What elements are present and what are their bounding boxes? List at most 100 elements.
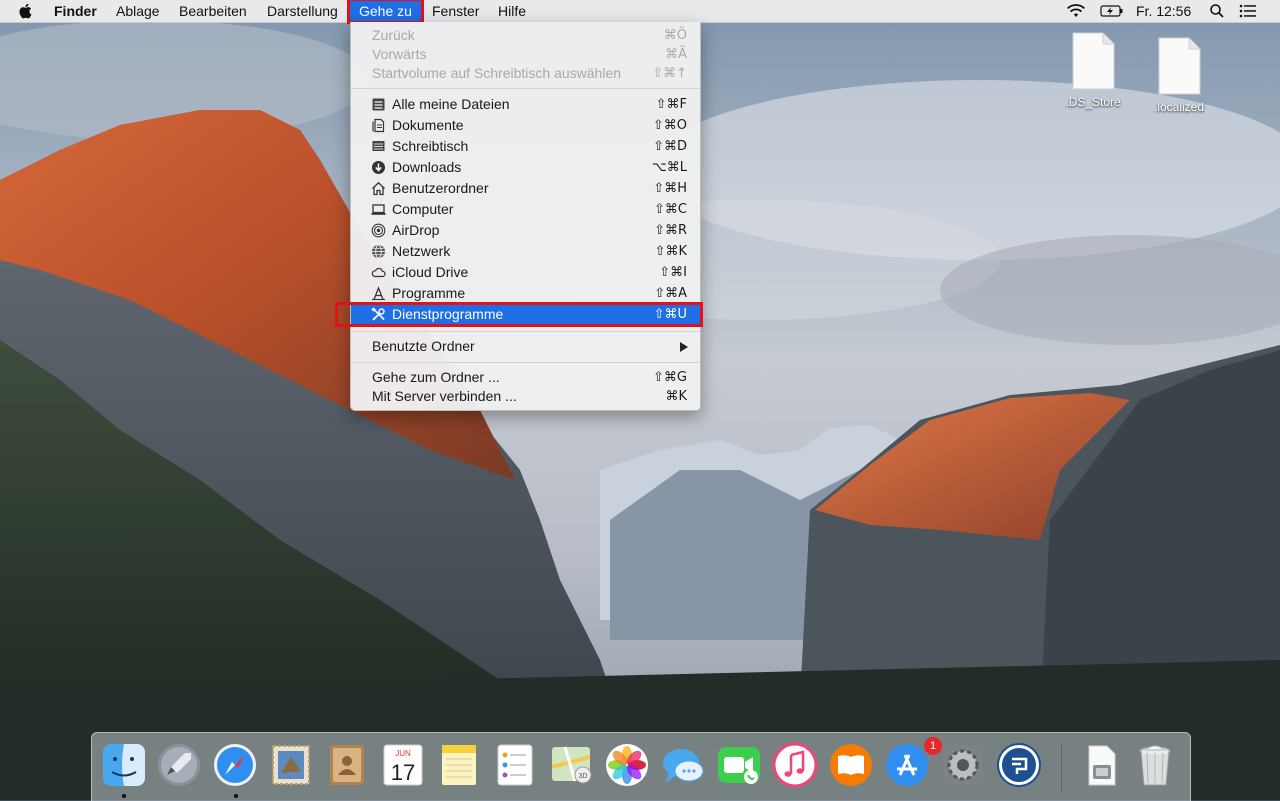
menu-item-icloud-drive[interactable]: iCloud Drive ⇧⌘I	[351, 262, 700, 283]
document-icon	[1072, 32, 1115, 90]
battery-status[interactable]	[1100, 0, 1126, 22]
mail-icon	[272, 745, 310, 785]
dock-reminders[interactable]	[491, 741, 539, 789]
reminders-icon	[497, 744, 533, 786]
menu-item-netzwerk[interactable]: Netzwerk ⇧⌘K	[351, 241, 700, 262]
menu-item-shortcut: ⇧⌘F	[655, 97, 687, 112]
contacts-icon	[330, 745, 364, 785]
dock-contacts[interactable]	[323, 741, 371, 789]
menu-item-shortcut: ⌘K	[665, 389, 687, 404]
menu-item-alle-meine-dateien[interactable]: Alle meine Dateien ⇧⌘F	[351, 94, 700, 115]
migration-assistant-icon	[997, 743, 1041, 787]
menu-item-downloads[interactable]: Downloads ⌥⌘L	[351, 157, 700, 178]
menu-item-label: Mit Server verbinden ...	[372, 388, 517, 404]
trash-icon	[1139, 745, 1171, 786]
menu-item-gehe-zum-ordner[interactable]: Gehe zum Ordner ... ⇧⌘G	[351, 367, 700, 388]
menu-item-label: Vorwärts	[372, 46, 427, 62]
menu-item-label: Netzwerk	[392, 243, 451, 259]
menu-separator	[351, 362, 700, 363]
dock-downloads-stack[interactable]	[1077, 741, 1125, 789]
apple-icon	[19, 3, 32, 19]
notes-icon	[442, 745, 476, 785]
applications-icon	[372, 286, 385, 301]
desktop-file-ds-store[interactable]: .DS_Store	[1053, 32, 1133, 109]
menu-bearbeiten[interactable]: Bearbeiten	[179, 0, 247, 22]
menu-item-label: Programme	[392, 285, 466, 301]
dock-maps[interactable]: 3D	[547, 741, 595, 789]
dock-mail[interactable]	[267, 741, 315, 789]
desktop-icon	[372, 141, 385, 151]
maps-icon: 3D	[551, 746, 592, 784]
desktop-file-localized[interactable]: .localized	[1139, 37, 1219, 114]
gehe-zu-dropdown-menu: Zurück ⌘Ö Vorwärts ⌘Ä Startvolume auf Sc…	[350, 22, 701, 411]
wifi-status[interactable]	[1066, 0, 1088, 22]
icloud-icon	[371, 267, 386, 278]
network-icon	[372, 244, 385, 259]
dock-messages[interactable]	[659, 741, 707, 789]
notification-center-button[interactable]	[1239, 0, 1257, 22]
app-menu-finder[interactable]: Finder	[54, 0, 97, 22]
dock-migration-assistant[interactable]	[995, 741, 1043, 789]
menu-item-computer[interactable]: Computer ⇧⌘C	[351, 199, 700, 220]
dock-calendar[interactable]: JUN 17	[379, 741, 427, 789]
calendar-icon: JUN 17	[383, 744, 423, 786]
file-name: .DS_Store	[1065, 95, 1121, 109]
menu-fenster[interactable]: Fenster	[432, 0, 479, 22]
apple-menu[interactable]	[18, 0, 38, 22]
dock-system-preferences[interactable]	[939, 741, 987, 789]
menu-item-startvolume: Startvolume auf Schreibtisch auswählen ⇧…	[351, 63, 700, 84]
safari-icon	[214, 744, 256, 786]
dock-ibooks[interactable]	[827, 741, 875, 789]
menu-item-shortcut: ⇧⌘O	[652, 118, 687, 133]
dock-itunes[interactable]	[771, 741, 819, 789]
menu-item-schreibtisch[interactable]: Schreibtisch ⇧⌘D	[351, 136, 700, 157]
menu-item-label: Downloads	[392, 159, 462, 175]
home-icon	[372, 181, 385, 196]
menu-item-benutzerordner[interactable]: Benutzerordner ⇧⌘H	[351, 178, 700, 199]
menu-separator	[351, 88, 700, 89]
dock-trash[interactable]	[1131, 741, 1179, 789]
dock-facetime[interactable]	[715, 741, 763, 789]
dock-finder[interactable]	[100, 741, 148, 789]
menu-darstellung[interactable]: Darstellung	[267, 0, 338, 22]
menu-item-label: Alle meine Dateien	[392, 96, 510, 112]
downloads-icon	[372, 161, 385, 174]
highlight-box	[335, 302, 703, 327]
menu-gehe-zu[interactable]: Gehe zu	[347, 0, 424, 24]
menu-item-label: AirDrop	[392, 222, 440, 238]
clock[interactable]: Fr. 12:56	[1136, 0, 1191, 22]
dock-safari[interactable]	[211, 741, 259, 789]
battery-charging-icon	[1100, 5, 1123, 17]
downloads-stack-icon	[1088, 745, 1116, 786]
dock-photos[interactable]	[603, 741, 651, 789]
wifi-icon	[1066, 4, 1086, 17]
photos-icon	[606, 744, 648, 786]
menu-item-shortcut: ⇧⌘C	[654, 202, 687, 217]
ibooks-icon	[830, 744, 872, 786]
calendar-month: JUN	[395, 749, 411, 758]
menu-ablage[interactable]: Ablage	[116, 0, 160, 22]
menu-item-label: Gehe zum Ordner ...	[372, 369, 500, 385]
menu-hilfe[interactable]: Hilfe	[498, 0, 526, 22]
menu-item-label: Dokumente	[392, 117, 464, 133]
svg-text:3D: 3D	[579, 773, 588, 780]
finder-icon	[103, 744, 145, 786]
running-indicator	[234, 794, 238, 798]
facetime-icon	[718, 747, 760, 784]
menu-item-shortcut: ⌥⌘L	[651, 160, 687, 175]
menu-item-shortcut: ⌘Ö	[663, 28, 687, 43]
messages-icon	[663, 749, 704, 783]
dock-notes[interactable]	[435, 741, 483, 789]
menu-item-mit-server-verbinden[interactable]: Mit Server verbinden ... ⌘K	[351, 386, 700, 407]
menu-item-shortcut: ⇧⌘G	[653, 370, 687, 385]
menu-item-shortcut: ⇧⌘R	[654, 223, 687, 238]
menu-item-benutzte-ordner[interactable]: Benutzte Ordner	[351, 336, 700, 357]
dock: JUN 17 3D 1	[91, 732, 1191, 801]
search-icon	[1210, 4, 1224, 18]
spotlight-button[interactable]	[1209, 0, 1225, 22]
menu-item-airdrop[interactable]: AirDrop ⇧⌘R	[351, 220, 700, 241]
menu-item-programme[interactable]: Programme ⇧⌘A	[351, 283, 700, 304]
dock-launchpad[interactable]	[155, 741, 203, 789]
dock-divider	[1061, 743, 1062, 793]
menu-item-dokumente[interactable]: Dokumente ⇧⌘O	[351, 115, 700, 136]
